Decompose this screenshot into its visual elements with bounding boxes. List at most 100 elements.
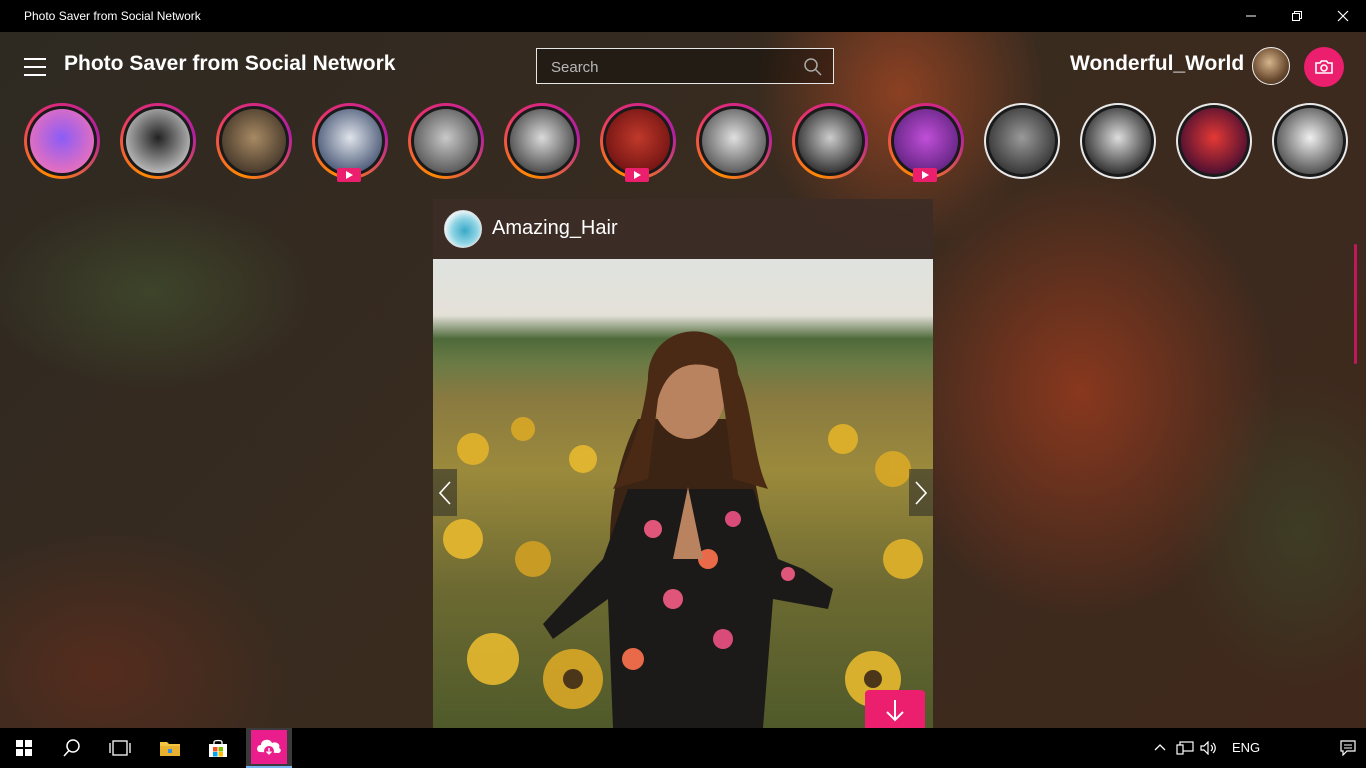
arrow-down-icon	[886, 700, 904, 722]
video-badge	[337, 168, 361, 182]
story-ring-inner	[123, 106, 193, 176]
story-avatar[interactable]	[312, 103, 388, 182]
close-button[interactable]	[1320, 0, 1366, 32]
photo-illustration	[443, 331, 923, 728]
story-ring-inner	[603, 106, 673, 176]
folder-icon	[160, 742, 180, 756]
story-avatar[interactable]	[696, 103, 772, 179]
user-avatar[interactable]	[1252, 47, 1290, 85]
video-badge	[625, 168, 649, 182]
search-icon	[63, 739, 80, 757]
story-thumbnail	[30, 109, 94, 173]
post-author-avatar[interactable]	[444, 210, 482, 248]
app-title: Photo Saver from Social Network	[64, 52, 396, 75]
photo-saver-app-icon	[251, 730, 287, 764]
story-thumbnail	[1181, 108, 1247, 174]
restore-button[interactable]	[1274, 0, 1320, 32]
menu-line	[24, 74, 46, 76]
language-indicator[interactable]: ENG	[1232, 740, 1260, 755]
story-avatar[interactable]	[24, 103, 100, 179]
play-icon	[634, 171, 641, 179]
story-ring-inner	[986, 105, 1058, 177]
start-button[interactable]	[0, 728, 48, 768]
search-icon[interactable]	[803, 57, 823, 77]
app-content: Photo Saver from Social Network Wonderfu…	[0, 32, 1366, 728]
windows-taskbar: ENG	[0, 728, 1366, 768]
post-author-name[interactable]: Amazing_Hair	[492, 217, 618, 240]
story-thumbnail	[1277, 108, 1343, 174]
menu-line	[24, 58, 46, 60]
story-thumbnail	[222, 109, 286, 173]
post-photo[interactable]	[433, 259, 933, 728]
camera-icon	[1315, 60, 1333, 74]
story-ring-inner	[219, 106, 289, 176]
story-avatar[interactable]	[504, 103, 580, 179]
menu-line	[24, 66, 46, 68]
restore-icon	[1292, 11, 1302, 21]
chevron-right-icon	[915, 480, 927, 505]
previous-photo-button[interactable]	[433, 469, 457, 516]
username-label: Wonderful_World	[1070, 52, 1245, 75]
minimize-icon	[1246, 15, 1256, 17]
story-ring-inner	[699, 106, 769, 176]
close-icon	[1337, 10, 1349, 22]
story-avatar[interactable]	[888, 103, 964, 182]
story-ring-inner	[1082, 105, 1154, 177]
play-icon	[346, 171, 353, 179]
windows-logo-icon	[16, 740, 32, 756]
story-ring-inner	[315, 106, 385, 176]
store-bag-icon	[209, 739, 227, 757]
window-titlebar: Photo Saver from Social Network	[0, 0, 1366, 32]
story-ring-inner	[27, 106, 97, 176]
store-button[interactable]	[194, 728, 242, 768]
story-thumbnail	[1085, 108, 1151, 174]
play-icon	[922, 171, 929, 179]
story-ring-inner	[411, 106, 481, 176]
story-avatar[interactable]	[1176, 103, 1252, 179]
story-avatar[interactable]	[792, 103, 868, 179]
story-thumbnail	[702, 109, 766, 173]
video-badge	[913, 168, 937, 182]
story-ring-inner	[1178, 105, 1250, 177]
camera-button[interactable]	[1304, 47, 1344, 87]
photo-saver-taskbar-button[interactable]	[246, 728, 292, 768]
story-thumbnail	[510, 109, 574, 173]
story-ring-inner	[507, 106, 577, 176]
story-ring-inner	[1274, 105, 1346, 177]
window-title: Photo Saver from Social Network	[24, 9, 201, 23]
taskbar-search-button[interactable]	[48, 728, 96, 768]
hamburger-menu-button[interactable]	[24, 58, 46, 76]
story-thumbnail	[606, 109, 670, 173]
story-ring-inner	[891, 106, 961, 176]
story-thumbnail	[318, 109, 382, 173]
scrollbar-thumb[interactable]	[1354, 244, 1357, 364]
story-thumbnail	[894, 109, 958, 173]
task-view-button[interactable]	[96, 728, 144, 768]
story-avatar[interactable]	[408, 103, 484, 179]
search-box[interactable]	[536, 48, 834, 85]
download-button[interactable]	[865, 690, 925, 728]
story-avatar[interactable]	[120, 103, 196, 179]
minimize-button[interactable]	[1228, 0, 1274, 32]
search-input[interactable]	[537, 49, 803, 85]
post-card: Amazing_Hair	[433, 199, 933, 728]
story-avatar[interactable]	[1080, 103, 1156, 179]
volume-icon[interactable]	[1200, 741, 1218, 755]
story-avatar[interactable]	[216, 103, 292, 179]
story-thumbnail	[798, 109, 862, 173]
story-ring-inner	[795, 106, 865, 176]
story-thumbnail	[989, 108, 1055, 174]
file-explorer-button[interactable]	[146, 728, 194, 768]
notifications-icon[interactable]	[1340, 740, 1356, 756]
story-thumbnail	[414, 109, 478, 173]
post-header: Amazing_Hair	[433, 199, 933, 259]
chevron-left-icon	[439, 480, 451, 505]
story-thumbnail	[126, 109, 190, 173]
chevron-up-icon[interactable]	[1154, 743, 1166, 751]
story-avatar[interactable]	[984, 103, 1060, 179]
network-icon[interactable]	[1176, 741, 1194, 755]
story-avatar[interactable]	[1272, 103, 1348, 179]
next-photo-button[interactable]	[909, 469, 933, 516]
story-avatar[interactable]	[600, 103, 676, 182]
task-view-icon	[109, 740, 131, 756]
